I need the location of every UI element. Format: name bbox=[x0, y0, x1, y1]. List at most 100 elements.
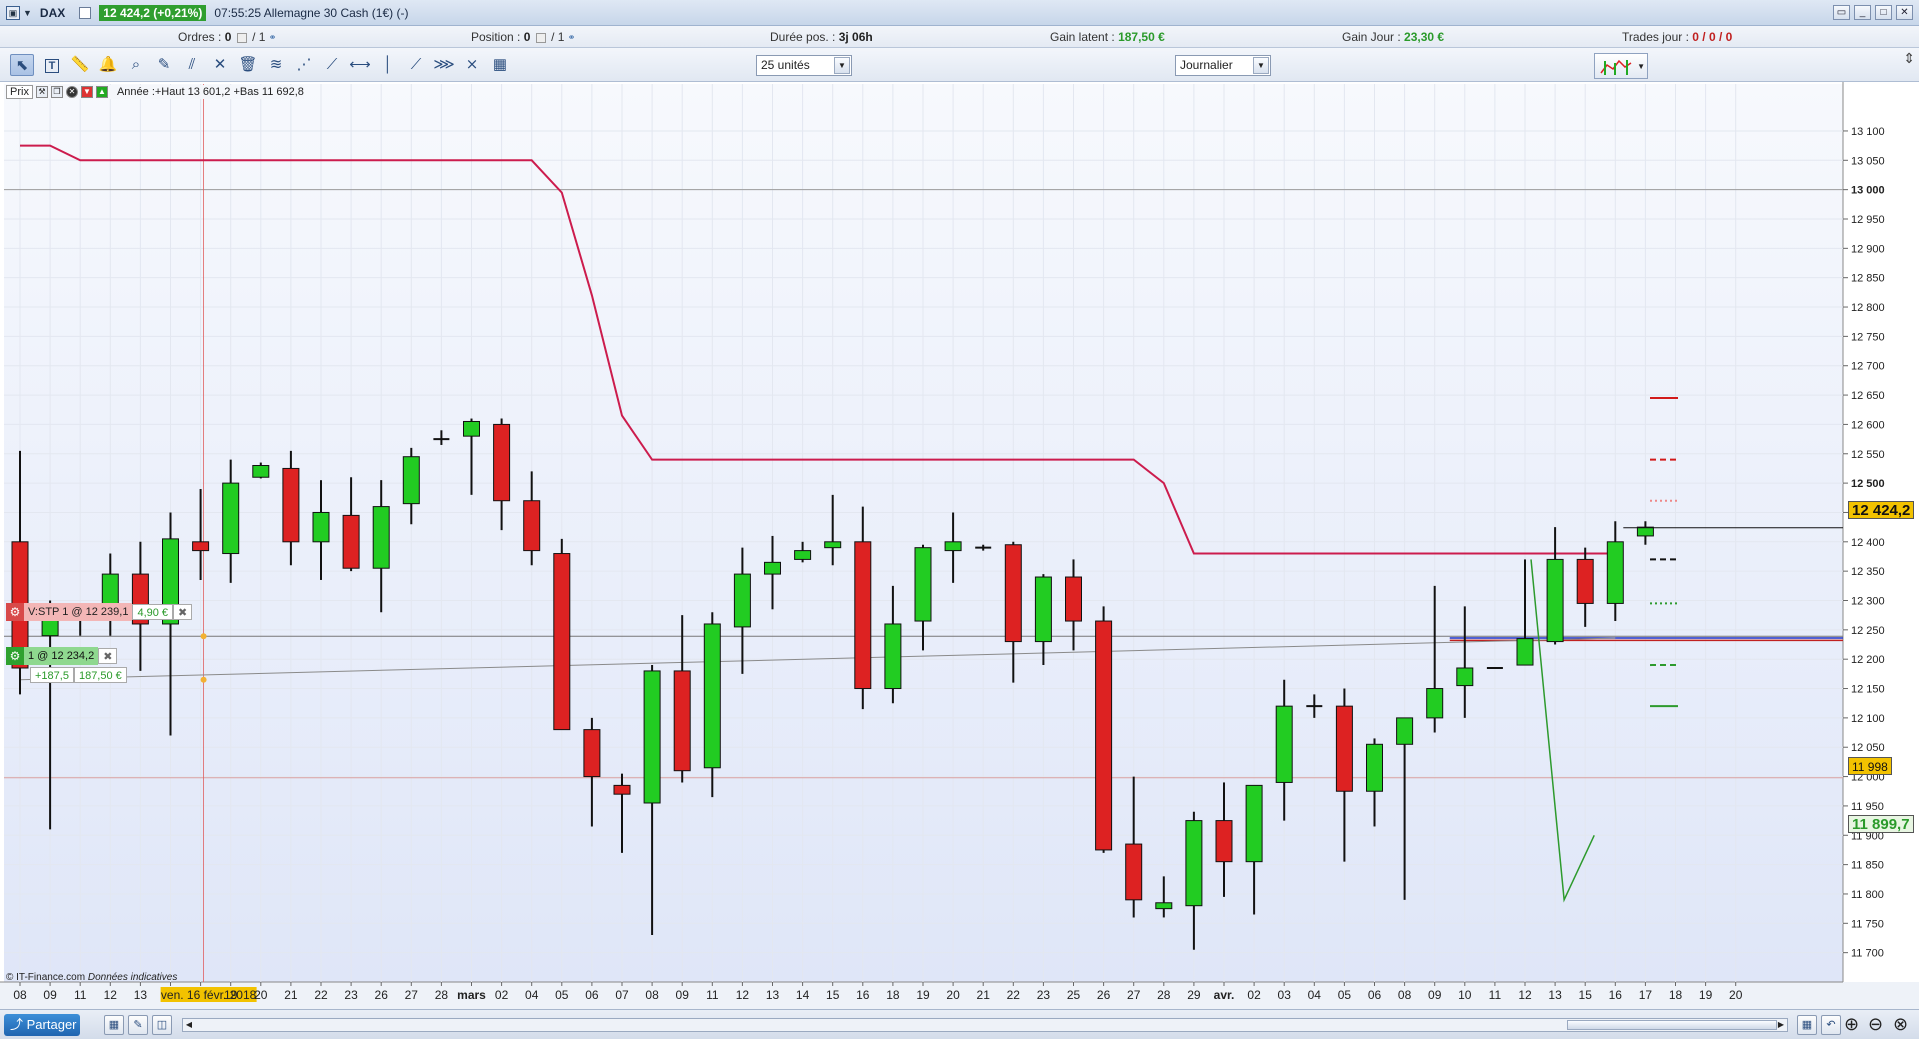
undo-icon[interactable]: ↶ bbox=[1821, 1015, 1841, 1035]
chart-type-button[interactable]: ▼ bbox=[1594, 53, 1648, 79]
y-tick-label: 12 800 bbox=[1851, 302, 1885, 314]
fibonacci-icon[interactable]: ≋ bbox=[264, 54, 288, 76]
cycles-icon[interactable]: ⨯ bbox=[460, 54, 484, 76]
candle-body bbox=[1065, 576, 1082, 622]
crossline-icon[interactable]: ✕ bbox=[208, 54, 232, 76]
link-icon[interactable] bbox=[79, 6, 92, 19]
zoom-reset-icon[interactable]: ⊗ bbox=[1893, 1014, 1908, 1035]
x-tick-label: 15 bbox=[1579, 988, 1593, 1002]
close-icon[interactable]: ✖ bbox=[98, 648, 118, 664]
position-label: Position : bbox=[471, 30, 521, 44]
candle-body bbox=[192, 541, 210, 552]
x-tick-label: 15 bbox=[826, 988, 840, 1002]
candle-body bbox=[583, 729, 601, 778]
position-value: 0 bbox=[523, 30, 531, 44]
trades-label: Trades jour : bbox=[1622, 30, 1689, 44]
candle-body bbox=[252, 465, 270, 478]
x-tick-label: 20 bbox=[946, 988, 960, 1002]
horizontal-line-icon[interactable]: ⟷ bbox=[348, 54, 372, 76]
gear-icon[interactable]: ⚙ bbox=[6, 647, 24, 665]
unrealized-value: 187,50 € bbox=[1118, 30, 1165, 44]
zoom-in-icon[interactable]: ⊕ bbox=[1844, 1014, 1859, 1035]
pattern-icon[interactable]: ⋙ bbox=[432, 54, 456, 76]
x-tick-label: 02 bbox=[495, 988, 509, 1002]
x-tick-label: 09 bbox=[676, 988, 690, 1002]
overlay-icon[interactable]: ◫ bbox=[152, 1015, 172, 1035]
window-menu-icon[interactable]: ▣ bbox=[6, 5, 20, 20]
y-tick-label: 12 750 bbox=[1851, 331, 1885, 343]
collapse-toolbar-icon[interactable]: ⇕ bbox=[1903, 50, 1915, 67]
position-detail-icon[interactable]: ⚭ bbox=[568, 32, 576, 43]
pencil-tool-icon[interactable]: ✎ bbox=[152, 54, 176, 76]
y-tick-label: 11 700 bbox=[1851, 948, 1884, 960]
buy-arrow-icon[interactable]: ▲ bbox=[95, 86, 108, 98]
trendline-icon[interactable]: ⟋ bbox=[404, 54, 428, 76]
x-tick-label: 05 bbox=[555, 988, 569, 1002]
close-icon[interactable]: ✕ bbox=[65, 86, 78, 98]
position-tag[interactable]: ⚙ 1 @ 12 234,2 ✖ bbox=[6, 647, 118, 665]
x-tick-label: 17 bbox=[1639, 988, 1653, 1002]
units-value: 25 unités bbox=[761, 58, 810, 72]
units-select[interactable]: 25 unités ▼ bbox=[756, 55, 852, 76]
price-chart[interactable]: 11 70011 75011 80011 85011 90011 95012 0… bbox=[0, 82, 1919, 1009]
chevron-down-icon[interactable]: ▼ bbox=[834, 57, 850, 74]
grid-icon[interactable]: ▦ bbox=[488, 54, 512, 76]
price-label[interactable]: Prix bbox=[6, 85, 33, 99]
candle-body bbox=[1245, 784, 1263, 863]
text-tool-icon[interactable]: T bbox=[40, 54, 64, 76]
grid-view-icon[interactable]: ▦ bbox=[104, 1015, 124, 1035]
segment-icon[interactable]: ⟋ bbox=[320, 54, 344, 76]
trash-icon[interactable]: 🗑 bbox=[236, 54, 260, 76]
chart-info-bar: Prix ⚒ ❐ ✕ ▼ ▲ Année :+Haut 13 601,2 +Ba… bbox=[6, 85, 304, 99]
horizontal-scrollbar[interactable]: ◀ ▶ bbox=[182, 1018, 1788, 1032]
candle-body bbox=[824, 541, 842, 549]
period-select[interactable]: Journalier ▼ bbox=[1175, 55, 1271, 76]
candle-body bbox=[914, 547, 932, 622]
ruler-tool-icon[interactable]: 📏 bbox=[68, 54, 92, 76]
trades-info: Trades jour : 0 / 0 / 0 bbox=[1622, 30, 1732, 44]
share-button[interactable]: ⤴ Partager bbox=[4, 1014, 80, 1036]
close-position-icon[interactable] bbox=[535, 32, 546, 43]
zoom-tool-icon[interactable]: ⌕ bbox=[124, 54, 148, 76]
chart-area[interactable]: 11 700 11 750 11 800 11 850 11 900 11 950 12 0… bbox=[0, 82, 1919, 1038]
maximize-button[interactable]: □ bbox=[1875, 5, 1892, 20]
close-button[interactable]: ✕ bbox=[1896, 5, 1913, 20]
orders-detail-icon[interactable]: ⚭ bbox=[269, 32, 277, 43]
sell-arrow-icon[interactable]: ▼ bbox=[80, 86, 93, 98]
y-tick-label: 11 750 bbox=[1851, 918, 1884, 930]
cancel-orders-icon[interactable] bbox=[236, 32, 247, 43]
settings-icon[interactable]: ⚒ bbox=[35, 86, 48, 98]
window-icon[interactable]: ❐ bbox=[50, 86, 63, 98]
chevron-down-icon[interactable]: ▼ bbox=[1253, 57, 1269, 74]
minimize-button[interactable]: _ bbox=[1854, 5, 1871, 20]
alert-bell-icon[interactable]: 🔔 bbox=[96, 54, 120, 76]
candle-body bbox=[1275, 705, 1293, 783]
y-tick-label: 12 200 bbox=[1851, 654, 1885, 666]
chevron-down-icon[interactable]: ▼ bbox=[23, 8, 32, 18]
grid-toggle-icon[interactable]: ▦ bbox=[1797, 1015, 1817, 1035]
pointer-tool-icon[interactable]: ⬉ bbox=[10, 54, 34, 76]
chevron-down-icon[interactable]: ▼ bbox=[1637, 62, 1645, 71]
candle-body bbox=[1155, 902, 1173, 910]
zoom-out-icon[interactable]: ⊖ bbox=[1868, 1014, 1883, 1035]
chart-settings-icon[interactable]: ✎ bbox=[128, 1015, 148, 1035]
stop-order-tag[interactable]: ⚙ V:STP 1 @ 12 239,1 4,90 € ✖ bbox=[6, 603, 193, 621]
x-tick-label: 21 bbox=[284, 988, 298, 1002]
candle-body bbox=[342, 514, 360, 569]
position-bar: Ordres : 0 / 1 ⚭ Position : 0 / 1 ⚭ Duré… bbox=[0, 26, 1919, 48]
scroll-left-icon[interactable]: ◀ bbox=[183, 1019, 195, 1031]
vertical-line-icon[interactable]: │ bbox=[376, 54, 400, 76]
candle-body bbox=[764, 561, 781, 575]
candle-body bbox=[703, 623, 721, 769]
close-icon[interactable]: ✖ bbox=[173, 604, 193, 620]
y-tick-label: 12 300 bbox=[1851, 595, 1885, 607]
scroll-right-icon[interactable]: ▶ bbox=[1775, 1019, 1787, 1031]
gear-icon[interactable]: ⚙ bbox=[6, 603, 24, 621]
candle-body bbox=[673, 670, 691, 772]
detach-button[interactable]: ▭ bbox=[1833, 5, 1850, 20]
parallel-lines-icon[interactable]: ⫽ bbox=[180, 54, 204, 76]
x-tick-label: 04 bbox=[525, 988, 539, 1002]
scroll-thumb[interactable] bbox=[1567, 1020, 1777, 1030]
channel-icon[interactable]: ⋰ bbox=[292, 54, 316, 76]
y-tick-label: 13 000 bbox=[1851, 185, 1885, 197]
